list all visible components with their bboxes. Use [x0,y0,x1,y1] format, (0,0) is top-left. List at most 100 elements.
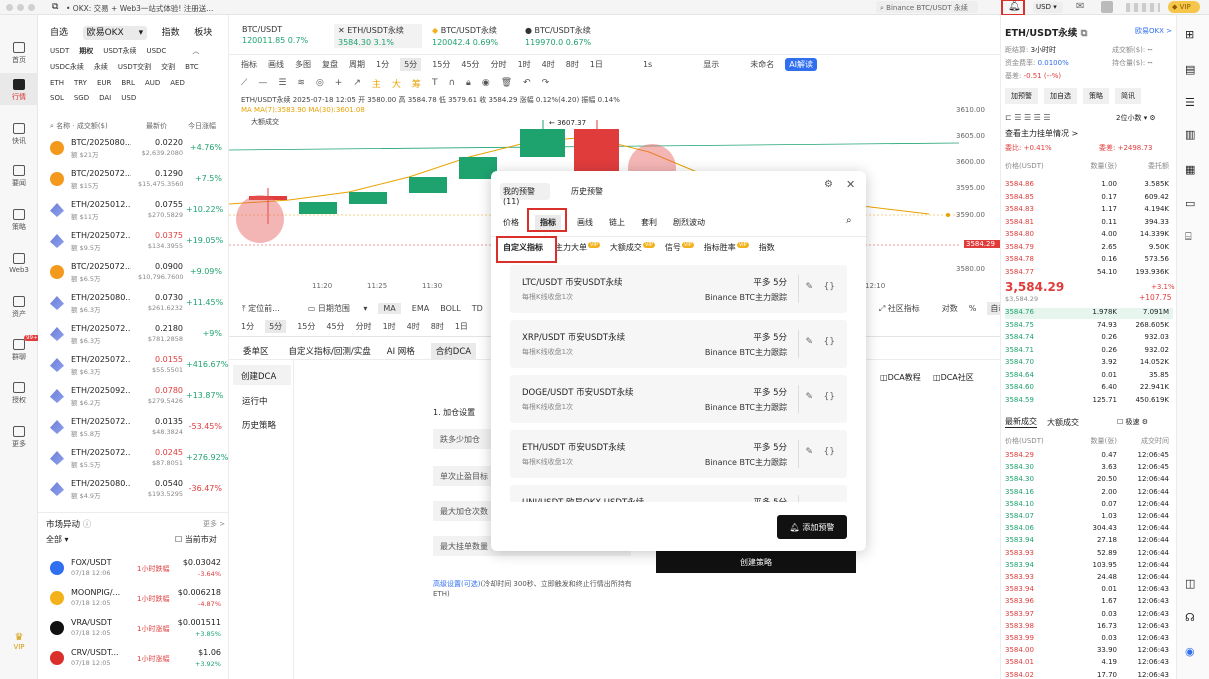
calc-icon[interactable]: ⌸ [1185,230,1192,244]
coin-row[interactable]: ETH/2025080... 额 $6.3万 0.0730 $261.6232 +11.… [38,290,228,317]
locate-button[interactable]: ⤒ 定位前... [242,303,291,314]
currency-select[interactable]: USD ▾ [1033,2,1063,13]
orderbook-row[interactable]: 3584.64 0.01 35.85 [1005,371,1173,382]
orderbook-row[interactable]: 3584.85 0.17 609.42 [1005,193,1173,204]
dca-community-link[interactable]: ◫DCA社区 [933,372,974,383]
fib-tool-icon[interactable]: ≋ [297,78,305,88]
tab-dca[interactable]: 合约DCA [430,343,477,359]
filter-signal[interactable]: 信号 VIP [665,242,694,253]
nav-home[interactable]: 首页 [0,42,38,65]
chip-btc[interactable]: BTC [185,63,199,71]
community-indicator[interactable]: ⤢ 社区指标 [879,303,931,314]
coin-row[interactable]: ETH/2025072... 额 $5.8万 0.0135 $48.3824 -53.4… [38,414,228,441]
orderbook-row[interactable]: 3584.78 0.16 573.56 [1005,255,1173,266]
coin-row[interactable]: BTC/2025072... 额 $15万 0.1290 $15,475.3560 +7… [38,166,228,193]
bperiod-time[interactable]: 分时 [356,321,372,332]
toolbar-indicator[interactable]: 指标 [241,59,257,70]
alert-card[interactable]: UNI/USDT 欧易OKX USDT永续平多 5分✎{} [510,485,847,502]
text-tool-icon[interactable]: T [432,78,438,88]
edit-icon[interactable]: ✎ [805,282,813,292]
big-tool-icon[interactable]: 大 [392,77,401,90]
toolbar-unnamed[interactable]: 未命名 [750,59,774,70]
orderbook-row[interactable]: 3584.74 0.26 932.03 [1005,333,1173,344]
stats-icon[interactable]: ▥ [1185,128,1195,141]
edit-icon[interactable]: ✎ [805,337,813,347]
filter-main-orders[interactable]: 主力大单 VIP [555,242,600,253]
orderbook-row[interactable]: 3584.70 3.92 14.052K [1005,358,1173,369]
chip-usdt-perp[interactable]: USDT永续 [103,46,136,56]
vip-badge[interactable]: ◆ VIP [1168,1,1200,13]
tab-alert-history[interactable]: 历史预警 [571,186,603,197]
ticker-tab-eth-perp[interactable]: ✕ ETH/USDT永续 3584.30 3.1% [334,24,422,48]
nav-news[interactable]: 快讯 [0,123,38,146]
advanced-settings[interactable]: 高级设置(可选)(冷却时间 300秒、立即触发和终止行情出所持有ETH) [433,579,633,599]
period-45m[interactable]: 45分 [461,59,479,70]
nav-authorize[interactable]: 授权 [0,382,38,405]
ind-boll[interactable]: BOLL [440,304,461,313]
side-running[interactable]: 运行中 [242,395,268,407]
coin-row[interactable]: BTC/2025072... 额 $6.5万 0.0900 $10,796.7600 +… [38,259,228,286]
alert-card[interactable]: LTC/USDT 币安USDT永续 每根K线收盘1次 平多 5分 Binance BT… [510,265,847,313]
code-icon[interactable]: {} [824,282,835,292]
code-icon[interactable]: {} [824,337,835,347]
fast-checkbox[interactable]: ☐ 极速 ⚙ [1117,417,1148,427]
layout-icon[interactable]: ⊞ [1185,28,1194,41]
notes-icon[interactable]: ▤ [1185,63,1195,76]
wallet-icon[interactable]: ▭ [1185,197,1195,210]
alert-card[interactable]: DOGE/USDT 币安USDT永续 每根K线收盘1次 平多 5分 Binance B… [510,375,847,423]
tab-sectors[interactable]: 板块 [194,28,212,38]
ind-td[interactable]: TD [472,304,483,313]
close-icon[interactable]: ✕ [846,178,855,191]
orderbook-row[interactable]: 3584.71 0.26 932.02 [1005,346,1173,357]
filter-big-trades[interactable]: 大额成交 VIP [610,242,655,253]
orderbook-row[interactable]: 3583.94 103.95 12:06:44 [1005,561,1173,572]
cross-tool-icon[interactable]: + [335,78,343,88]
percent-toggle[interactable]: % [969,304,977,313]
coin-row[interactable]: ETH/2025092... 额 $6.2万 0.0780 $279.5426 +13.… [38,383,228,410]
bperiod-45m[interactable]: 45分 [326,321,344,332]
orderbook-row[interactable]: 3583.97 0.03 12:06:43 [1005,610,1173,621]
coin-row[interactable]: ETH/2025072... 额 $9.5万 0.0375 $134.3955 +19.… [38,228,228,255]
orderbook-row[interactable]: 3583.93 52.89 12:06:44 [1005,549,1173,560]
chip-usdc[interactable]: USDC [146,47,166,55]
circle-tool-icon[interactable]: ◎ [316,78,324,88]
ai-button[interactable]: AI解读 [785,57,818,71]
period-5m[interactable]: 5分 [400,57,422,71]
dca-tutorial-link[interactable]: ◫DCA教程 [880,372,921,383]
coin-row[interactable]: ETH/2025072... 额 $6.3万 0.0155 $55.5501 +416.… [38,352,228,379]
chip-eur[interactable]: EUR [97,79,111,87]
list-icon[interactable]: ☰ [1185,96,1195,109]
copy-icon[interactable]: ⧉ [1081,28,1088,39]
orderbook-row[interactable]: 3584.77 54.10 193.936K [1005,268,1173,279]
nav-assets[interactable]: 资产 [0,296,38,319]
mover-row[interactable]: MOONPIG/... 07/18 12:05 1小时跌幅 $0.006218 -4.8… [38,585,228,612]
orderbook-row[interactable]: 3583.96 1.67 12:06:43 [1005,597,1173,608]
undo-icon[interactable]: ↶ [523,78,531,88]
mover-row[interactable]: FOX/USDT 07/18 12:06 1小时跌幅 $0.03042 -3.64% [38,555,228,582]
settings-icon[interactable]: ⚙ [824,179,833,190]
nav-strategy[interactable]: 策略 [0,209,38,232]
delete-tool-icon[interactable]: 🗑︎ [501,78,512,88]
orderbook-row[interactable]: 3584.02 17.70 12:06:43 [1005,671,1173,679]
subtab-price[interactable]: 价格 [503,217,519,228]
filter-index[interactable]: 指数 [759,242,775,253]
orderbook-row[interactable]: 3584.10 0.07 12:06:44 [1005,500,1173,511]
subtab-onchain[interactable]: 链上 [609,217,625,228]
bperiod-1m[interactable]: 1分 [241,321,254,332]
main-tool-icon[interactable]: 主 [372,77,381,90]
tab-index[interactable]: 指数 [162,28,180,38]
tab-my-alerts[interactable]: 我的预警(11) [500,183,550,206]
tab-big-trades[interactable]: 大额成交 [1047,417,1079,428]
period-1s[interactable]: 1s [643,60,652,69]
orderbook-row[interactable]: 3584.60 6.40 22.941K [1005,383,1173,394]
coin-row[interactable]: BTC/2025080... 额 $21万 0.0220 $2,639.2080 +4.… [38,135,228,162]
coin-row[interactable]: ETH/2025072... 额 $5.5万 0.0245 $87.8051 +276.… [38,445,228,472]
period-8h[interactable]: 8时 [566,59,579,70]
toolbar-replay[interactable]: 复盘 [322,59,338,70]
orderbook-row[interactable]: 3583.93 24.48 12:06:44 [1005,573,1173,584]
toolbar-period[interactable]: 周期 [349,59,365,70]
orderbook-row[interactable]: 3583.98 16.73 12:06:43 [1005,622,1173,633]
orderbook-row[interactable]: 3583.99 0.03 12:06:43 [1005,634,1173,645]
coin-row[interactable]: ETH/2025012... 额 $11万 0.0755 $270.5829 +10.2… [38,197,228,224]
line-tool-icon[interactable]: ⟋ [241,78,247,88]
